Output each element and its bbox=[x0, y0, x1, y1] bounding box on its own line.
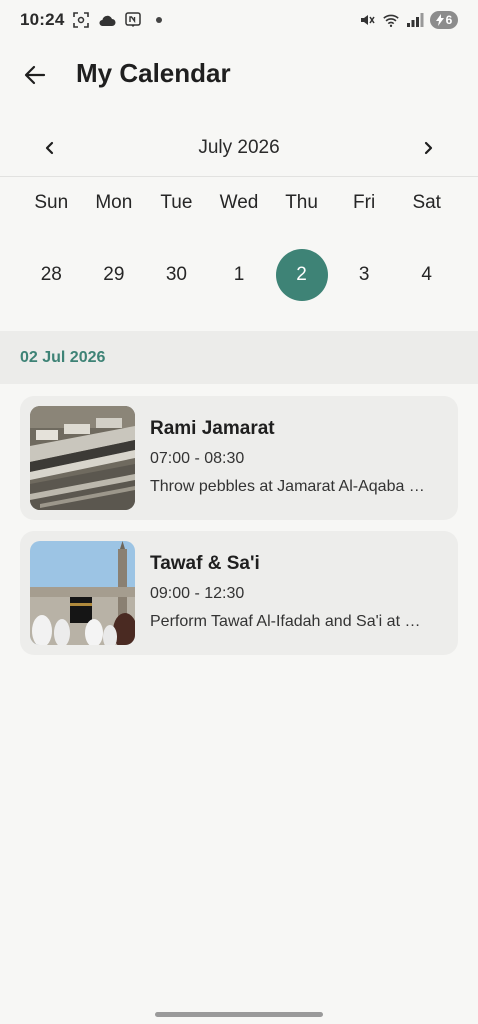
app-bar: My Calendar bbox=[0, 50, 478, 98]
status-left: 10:24 bbox=[20, 10, 168, 30]
previous-month-button[interactable] bbox=[38, 136, 62, 160]
arrow-left-icon bbox=[24, 65, 46, 85]
date-button[interactable]: 3 bbox=[338, 249, 390, 301]
date-button[interactable]: 29 bbox=[88, 249, 140, 301]
battery-icon: 6 bbox=[430, 11, 458, 29]
status-time: 10:24 bbox=[20, 10, 65, 29]
date-cell: 3 bbox=[333, 249, 396, 301]
event-description: Perform Tawaf Al-Ifadah and Sa'i at … bbox=[150, 613, 421, 630]
date-cell: 29 bbox=[83, 249, 146, 301]
weekday-row: Sun Mon Tue Wed Thu Fri Sat bbox=[20, 192, 458, 222]
chevron-right-icon bbox=[424, 141, 433, 155]
weekday-label: Fri bbox=[353, 192, 376, 213]
event-time: 09:00 - 12:30 bbox=[150, 585, 245, 602]
event-title: Tawaf & Sa'i bbox=[150, 553, 260, 574]
battery-level: 6 bbox=[445, 13, 453, 27]
date-cell: 30 bbox=[145, 249, 208, 301]
status-bar: 10:24 6 bbox=[0, 0, 478, 40]
event-thumbnail bbox=[30, 406, 135, 510]
month-label: July 2026 bbox=[198, 137, 280, 158]
chevron-left-icon bbox=[45, 141, 54, 155]
status-right: 6 bbox=[358, 11, 458, 29]
weekday-label: Thu bbox=[285, 192, 318, 213]
cloud-icon bbox=[98, 11, 116, 29]
date-cell: 4 bbox=[395, 249, 458, 301]
section-date: 02 Jul 2026 bbox=[20, 348, 106, 366]
date-button[interactable]: 4 bbox=[401, 249, 453, 301]
date-cell: 2 bbox=[270, 249, 333, 301]
n-notification-icon bbox=[124, 11, 142, 29]
home-indicator[interactable] bbox=[155, 1012, 323, 1017]
next-month-button[interactable] bbox=[416, 136, 440, 160]
date-cell: 28 bbox=[20, 249, 83, 301]
mute-icon bbox=[358, 11, 376, 29]
weekday-label: Wed bbox=[219, 192, 259, 213]
weekday-label: Sat bbox=[412, 192, 441, 213]
date-button[interactable]: 1 bbox=[213, 249, 265, 301]
event-thumbnail bbox=[30, 541, 135, 645]
back-button[interactable] bbox=[20, 60, 50, 90]
screenshot-icon bbox=[72, 11, 90, 29]
weekday-label: Tue bbox=[160, 192, 193, 213]
weekday-label: Sun bbox=[34, 192, 69, 213]
event-title: Rami Jamarat bbox=[150, 418, 275, 439]
event-card[interactable]: Tawaf & Sa'i 09:00 - 12:30 Perform Tawaf… bbox=[20, 531, 458, 655]
month-navigation: July 2026 bbox=[0, 126, 478, 170]
dot-icon bbox=[150, 11, 168, 29]
event-card[interactable]: Rami Jamarat 07:00 - 08:30 Throw pebbles… bbox=[20, 396, 458, 520]
date-button[interactable]: 28 bbox=[25, 249, 77, 301]
event-time: 07:00 - 08:30 bbox=[150, 450, 245, 467]
selected-date-button[interactable]: 2 bbox=[275, 249, 328, 301]
screen: 10:24 6 My Calendar July 2026 Sun Mon Tu… bbox=[0, 0, 478, 1024]
wifi-icon bbox=[382, 11, 400, 29]
event-description: Throw pebbles at Jamarat Al-Aqaba … bbox=[150, 478, 425, 495]
date-row: 28 29 30 1 2 3 4 bbox=[20, 249, 458, 301]
date-cell: 1 bbox=[208, 249, 271, 301]
date-button[interactable]: 30 bbox=[150, 249, 202, 301]
page-title: My Calendar bbox=[76, 58, 231, 88]
agenda-section-header: 02 Jul 2026 bbox=[0, 331, 478, 384]
divider bbox=[0, 176, 478, 177]
weekday-label: Mon bbox=[95, 192, 133, 213]
signal-icon bbox=[406, 11, 424, 29]
